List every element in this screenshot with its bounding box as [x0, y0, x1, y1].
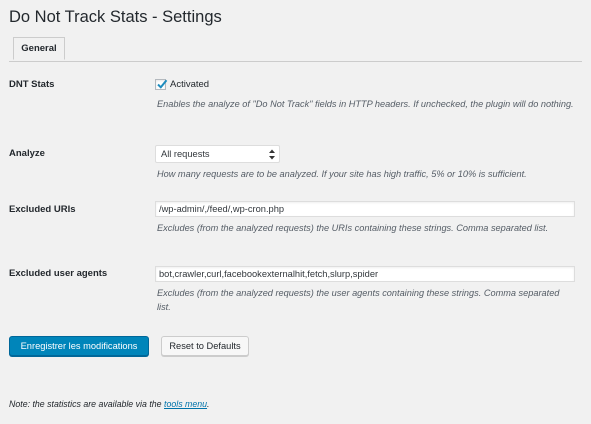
footnote: Note: the statistics are available via t… [9, 399, 210, 409]
analyze-description: How many requests are to be analyzed. If… [157, 169, 527, 179]
dnt-stats-description: Enables the analyze of "Do Not Track" fi… [157, 99, 574, 109]
excluded-user-agents-label: Excluded user agents [9, 268, 108, 279]
page-title: Do Not Track Stats - Settings [9, 8, 222, 26]
dnt-stats-checkbox-label[interactable]: Activated [170, 79, 209, 90]
footnote-suffix: . [207, 399, 210, 409]
analyze-select[interactable]: All requests [155, 145, 280, 163]
dnt-stats-checkbox[interactable] [155, 79, 168, 90]
excluded-user-agents-description: Excludes (from the analyzed requests) th… [157, 288, 560, 312]
reset-to-defaults-button[interactable]: Reset to Defaults [161, 336, 249, 356]
select-arrows-icon [269, 149, 275, 160]
excluded-uris-description: Excludes (from the analyzed requests) th… [157, 223, 549, 233]
analyze-label: Analyze [9, 148, 45, 159]
tab-bar: General [9, 37, 582, 62]
footnote-prefix: Note: the statistics are available via t… [9, 399, 165, 409]
tools-menu-link[interactable]: tools menu [164, 399, 207, 409]
excluded-user-agents-input[interactable] [155, 266, 575, 282]
dnt-stats-label: DNT Stats [9, 79, 55, 90]
excluded-uris-label: Excluded URIs [9, 204, 76, 215]
checkmark-icon [157, 79, 168, 89]
analyze-select-value: All requests [161, 149, 210, 159]
save-changes-button[interactable]: Enregistrer les modifications [9, 336, 149, 356]
excluded-uris-input[interactable] [155, 201, 575, 217]
tab-general[interactable]: General [13, 37, 65, 60]
